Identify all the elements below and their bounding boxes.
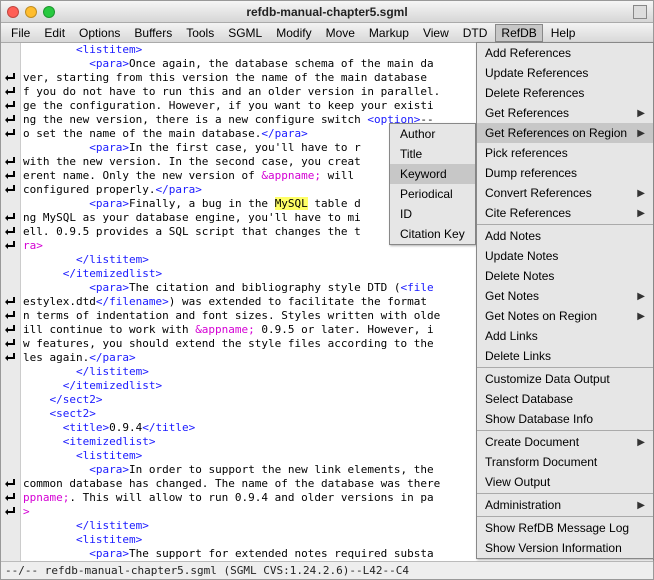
menu-item-view-output[interactable]: View Output [477,472,653,492]
menu-item-get-notes[interactable]: Get Notes▶ [477,286,653,306]
wrap-marker-icon [4,212,18,224]
menu-separator [477,493,653,494]
menu-edit[interactable]: Edit [38,24,71,42]
wrap-marker-icon [4,310,18,322]
menu-item-add-links[interactable]: Add Links [477,326,653,346]
wrap-marker-icon [4,156,18,168]
menu-item-select-database[interactable]: Select Database [477,389,653,409]
submenu-item-author[interactable]: Author [390,124,475,144]
wrap-marker-icon [4,240,18,252]
wrap-marker-icon [4,226,18,238]
menu-item-add-references[interactable]: Add References [477,43,653,63]
chevron-right-icon: ▶ [637,108,645,119]
menu-item-convert-references[interactable]: Convert References▶ [477,183,653,203]
statusbar: --/-- refdb-manual-chapter5.sgml (SGML C… [1,561,653,579]
wrap-marker-icon [4,296,18,308]
menu-item-transform-document[interactable]: Transform Document [477,452,653,472]
wrap-marker-icon [4,506,18,518]
submenu-item-id[interactable]: ID [390,204,475,224]
titlebar: refdb-manual-chapter5.sgml [1,1,653,23]
chevron-right-icon: ▶ [637,208,645,219]
menu-item-update-references[interactable]: Update References [477,63,653,83]
wrap-marker-icon [4,170,18,182]
menu-dtd[interactable]: DTD [457,24,494,42]
menu-item-get-notes-on-region[interactable]: Get Notes on Region▶ [477,306,653,326]
wrap-marker-icon [4,478,18,490]
menu-buffers[interactable]: Buffers [128,24,178,42]
menu-item-administration[interactable]: Administration▶ [477,495,653,515]
chevron-right-icon: ▶ [637,311,645,322]
chevron-right-icon: ▶ [637,500,645,511]
menu-item-delete-notes[interactable]: Delete Notes [477,266,653,286]
menu-markup[interactable]: Markup [363,24,415,42]
submenu-item-periodical[interactable]: Periodical [390,184,475,204]
menu-item-create-document[interactable]: Create Document▶ [477,432,653,452]
menu-separator [477,516,653,517]
menu-separator [477,224,653,225]
menu-item-delete-links[interactable]: Delete Links [477,346,653,366]
wrap-marker-icon [4,338,18,350]
submenu-item-title[interactable]: Title [390,144,475,164]
wrap-marker-icon [4,184,18,196]
submenu-item-citation-key[interactable]: Citation Key [390,224,475,244]
chevron-right-icon: ▶ [637,188,645,199]
menu-item-delete-references[interactable]: Delete References [477,83,653,103]
menu-tools[interactable]: Tools [180,24,220,42]
menubar: FileEditOptionsBuffersToolsSGMLModifyMov… [1,23,653,43]
menu-item-get-references-on-region[interactable]: Get References on Region▶ [477,123,653,143]
menu-modify[interactable]: Modify [270,24,317,42]
wrap-marker-icon [4,352,18,364]
wrap-marker-icon [4,114,18,126]
menu-help[interactable]: Help [545,24,582,42]
menu-item-pick-references[interactable]: Pick references [477,143,653,163]
menu-refdb[interactable]: RefDB [495,24,542,42]
window-title: refdb-manual-chapter5.sgml [1,5,653,19]
chevron-right-icon: ▶ [637,437,645,448]
wrap-marker-icon [4,324,18,336]
gutter [1,43,21,561]
menu-separator [477,430,653,431]
menu-item-show-refdb-message-log[interactable]: Show RefDB Message Log [477,518,653,538]
menu-file[interactable]: File [5,24,36,42]
submenu-get-references-on-region: AuthorTitleKeywordPeriodicalIDCitation K… [389,123,476,245]
menu-move[interactable]: Move [320,24,361,42]
menu-options[interactable]: Options [73,24,126,42]
wrap-marker-icon [4,100,18,112]
menu-item-get-references[interactable]: Get References▶ [477,103,653,123]
menu-item-customize-data-output[interactable]: Customize Data Output [477,369,653,389]
menu-item-update-notes[interactable]: Update Notes [477,246,653,266]
wrap-marker-icon [4,128,18,140]
menu-item-cite-references[interactable]: Cite References▶ [477,203,653,223]
chevron-right-icon: ▶ [637,128,645,139]
chevron-right-icon: ▶ [637,291,645,302]
menu-item-show-version-information[interactable]: Show Version Information [477,538,653,558]
submenu-item-keyword[interactable]: Keyword [390,164,475,184]
window: refdb-manual-chapter5.sgml FileEditOptio… [0,0,654,580]
menu-item-dump-references[interactable]: Dump references [477,163,653,183]
refdb-menu: Add ReferencesUpdate ReferencesDelete Re… [476,42,654,559]
wrap-marker-icon [4,86,18,98]
wrap-marker-icon [4,72,18,84]
menu-sgml[interactable]: SGML [222,24,268,42]
menu-view[interactable]: View [417,24,455,42]
menu-separator [477,367,653,368]
wrap-marker-icon [4,492,18,504]
menu-item-show-database-info[interactable]: Show Database Info [477,409,653,429]
menu-item-add-notes[interactable]: Add Notes [477,226,653,246]
